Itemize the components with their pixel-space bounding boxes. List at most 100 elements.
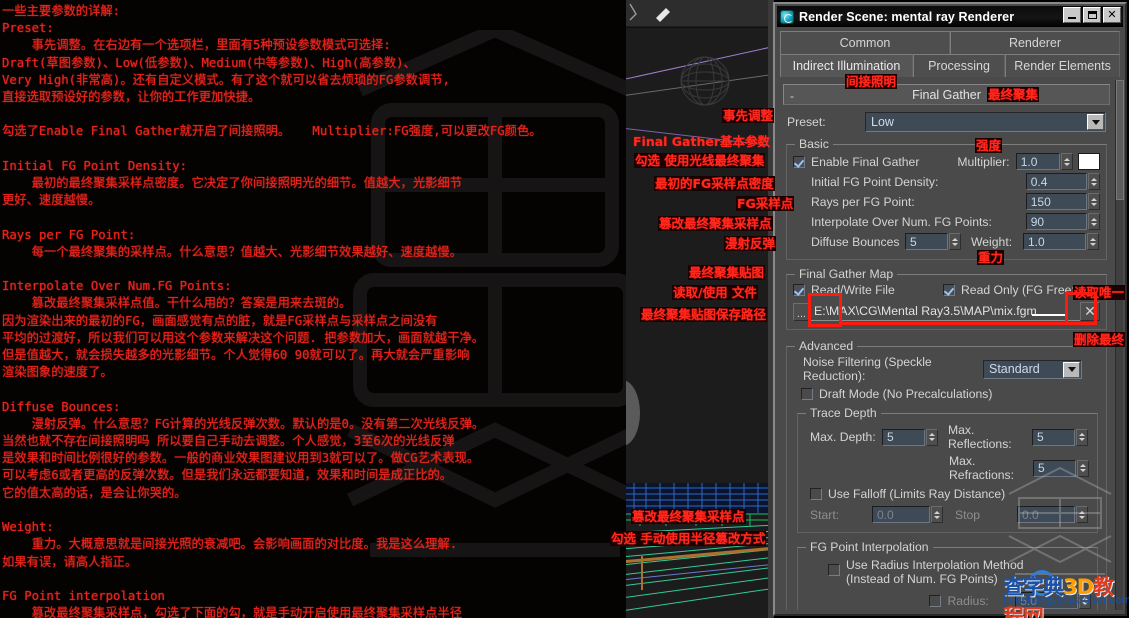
interpolate-over-num-fg-points-input[interactable]: 90 (1025, 213, 1087, 230)
diffuse-bounces-spinner[interactable] (949, 233, 961, 250)
chevron-down-icon[interactable] (1087, 114, 1104, 130)
dialog-annotation-5: 删除最终 (1073, 332, 1126, 347)
window-controls[interactable]: ✕ (1063, 7, 1121, 23)
dialog-annotation-0: 间接照明 (845, 74, 898, 89)
enable-final-gather-label: Enable Final Gather (811, 154, 920, 169)
scrollbar-thumb[interactable] (1116, 80, 1124, 200)
weight-label: Weight: (971, 234, 1013, 249)
chevron-down-icon[interactable] (1063, 361, 1080, 378)
use-radius-interpolation-checkbox[interactable] (828, 564, 840, 576)
dialog-annotation-4: 读取唯一 (1073, 285, 1126, 300)
minimize-button[interactable] (1063, 7, 1081, 23)
tab-common[interactable]: Common (780, 31, 950, 54)
annotation-callout-5: 篡改最终聚集采样点 (658, 216, 773, 231)
preset-value: Low (871, 115, 894, 129)
dialog-content: - Final Gather Preset: Low Basic Enable … (779, 80, 1114, 610)
tab-render-elements[interactable]: Render Elements (1005, 54, 1120, 77)
tab-processing[interactable]: Processing (912, 54, 1006, 77)
final-gather-map-group-title: Final Gather Map (795, 267, 898, 281)
max-depth-spinner[interactable] (926, 428, 938, 446)
close-button[interactable]: ✕ (1103, 7, 1121, 23)
falloff-start-label: Start: (810, 507, 840, 522)
rays-per-fg-point-input[interactable]: 150 (1025, 193, 1087, 210)
dialog-title-bar[interactable]: Render Scene: mental ray Renderer ✕ (777, 6, 1123, 27)
falloff-stop-input[interactable]: 0.0 (1017, 506, 1075, 523)
interpolate-over-num-fg-points-label: Interpolate Over Num. FG Points: (811, 214, 992, 229)
falloff-start-spinner[interactable] (931, 506, 943, 523)
weight-spinner[interactable] (1087, 233, 1099, 250)
fg-map-path-input[interactable]: E:\MAX\CG\Mental Ray3.5\MAP\mix.fgm (810, 302, 1080, 321)
annotation-callout-0: 事先调整 (722, 108, 775, 123)
max-reflections-spinner[interactable] (1076, 428, 1088, 446)
enable-final-gather-checkbox[interactable] (793, 155, 805, 168)
rays-per-fg-point-spinner[interactable] (1088, 193, 1100, 210)
annotation-callout-11: 勾选 手动使用半径篡改方式 (610, 531, 767, 546)
render-scene-dialog[interactable]: Render Scene: mental ray Renderer ✕ Comm… (773, 2, 1127, 616)
radius-spinner[interactable] (1078, 592, 1091, 609)
rays-per-fg-point-label: Rays per FG Point: (811, 194, 915, 209)
radius-input[interactable]: 5.0 (1015, 592, 1078, 609)
multiplier-color-swatch[interactable] (1078, 153, 1100, 170)
preset-label: Preset: (787, 115, 826, 129)
final-gather-rollout-header[interactable]: - Final Gather (783, 84, 1110, 105)
noise-filtering-value: Standard (989, 362, 1040, 376)
diffuse-bounces-input[interactable]: 5 (905, 233, 948, 250)
maximize-button[interactable] (1083, 7, 1101, 23)
tab-renderer[interactable]: Renderer (950, 31, 1120, 54)
dialog-annotation-2: 强度 (975, 138, 1003, 153)
screenshot-root: 一些主要参数的详解: Preset: 事先调整。在右边有一个选项栏，里面有5种预… (0, 0, 1129, 618)
underline-path-red (842, 322, 1066, 325)
annotation-callout-10: 篡改最终聚集采样点 (631, 509, 746, 524)
preset-dropdown[interactable]: Low (865, 112, 1106, 132)
initial-fg-point-density-label: Initial FG Point Density: (811, 174, 939, 189)
noise-filtering-dropdown[interactable]: Standard (983, 359, 1082, 379)
dialog-tabs[interactable]: Common Renderer Indirect Illumination Pr… (780, 31, 1120, 77)
max-reflections-input[interactable]: 5 (1032, 428, 1075, 446)
clear-fg-map-button[interactable]: ✕ (1080, 302, 1100, 321)
read-write-file-checkbox[interactable] (793, 284, 805, 296)
rollout-collapse-icon[interactable]: - (790, 89, 794, 103)
fg-point-interpolation-group: FG Point Interpolation Use Radius Interp… (797, 540, 1098, 610)
browse-fg-map-button[interactable]: ... (793, 302, 810, 321)
draft-mode-checkbox[interactable] (801, 388, 813, 400)
dialog-annotation-3: 重力 (977, 250, 1005, 265)
radius-checkbox[interactable] (929, 594, 942, 607)
advanced-group-title: Advanced (795, 339, 858, 353)
use-radius-interpolation-label-line2: (Instead of Num. FG Points) (846, 572, 998, 586)
annotation-callout-7: 最终聚集贴图 (688, 265, 766, 280)
read-write-file-label: Read/Write File (811, 283, 895, 297)
read-only-fg-freeze-checkbox[interactable] (943, 284, 955, 296)
max-depth-input[interactable]: 5 (882, 428, 925, 446)
viewport-toolbar[interactable] (626, 0, 774, 28)
dialog-title: Render Scene: mental ray Renderer (799, 9, 1015, 24)
initial-fg-point-density-input[interactable]: 0.4 (1025, 173, 1087, 190)
annotation-callout-3: 最初的FG采样点密度 (654, 176, 775, 191)
read-only-fg-freeze-label: Read Only (FG Freeze) (961, 283, 1089, 297)
max-depth-label: Max. Depth: (810, 430, 876, 444)
noise-filtering-label: Noise Filtering (Speckle Reduction): (803, 355, 932, 383)
use-falloff-label: Use Falloff (Limits Ray Distance) (828, 487, 1006, 501)
multiplier-input[interactable]: 1.0 (1015, 153, 1060, 170)
multiplier-spinner[interactable] (1061, 153, 1073, 170)
multiplier-label: Multiplier: (957, 154, 1010, 169)
interpolate-over-num-fg-points-spinner[interactable] (1088, 213, 1100, 230)
max-logo-icon (780, 9, 794, 24)
diffuse-bounces-label: Diffuse Bounces (811, 234, 900, 249)
annotation-callout-2: 勾选 使用光线最终聚集 (634, 153, 766, 168)
max-refractions-spinner[interactable] (1077, 459, 1089, 477)
falloff-stop-spinner[interactable] (1076, 506, 1088, 523)
falloff-start-input[interactable]: 0.0 (872, 506, 930, 523)
weight-input[interactable]: 1.0 (1023, 233, 1086, 250)
use-falloff-checkbox[interactable] (810, 488, 822, 500)
annotation-callout-6: 漫射反弹 (724, 236, 777, 251)
toolbar-icons (626, 3, 774, 28)
trace-depth-group-title: Trace Depth (806, 406, 881, 420)
preset-row: Preset: Low (787, 112, 1106, 132)
advanced-group: Advanced Noise Filtering (Speckle Reduct… (786, 339, 1107, 610)
basic-group: Basic Enable Final Gather Multiplier: 1.… (786, 137, 1107, 260)
tutorial-text-pane: 一些主要参数的详解: Preset: 事先调整。在右边有一个选项栏，里面有5种预… (0, 0, 626, 618)
max-refractions-input[interactable]: 5 (1033, 459, 1076, 477)
annotation-callout-4: FG采样点 (736, 196, 795, 211)
initial-fg-point-density-spinner[interactable] (1088, 173, 1100, 190)
rollout-title: Final Gather (912, 87, 981, 102)
